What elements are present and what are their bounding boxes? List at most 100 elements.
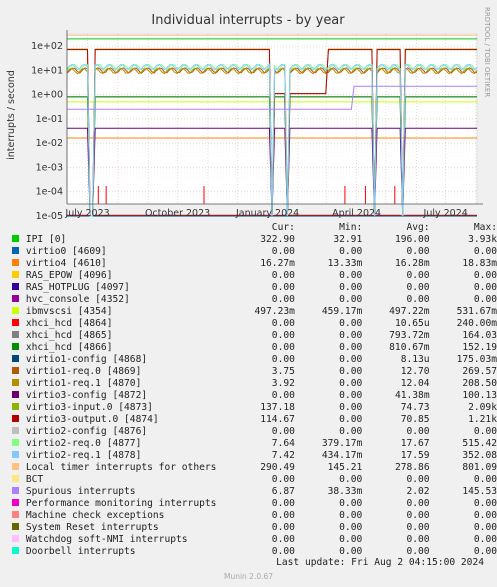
legend-max-value: 175.03m: [456, 354, 497, 365]
legend-avg-value: 793.72m: [389, 330, 430, 341]
y-tick-label: 1e+01: [31, 65, 63, 76]
legend-series-name: System Reset interrupts: [25, 522, 159, 533]
last-update: Last update: Fri Aug 2 04:15:00 2024: [276, 557, 484, 568]
legend-header-row: Cur: Min: Avg: Max:: [12, 222, 497, 234]
legend-row: virtio0 [4609] 0.00 0.00 0.00 0.00: [12, 246, 497, 258]
legend-series-name: virtio1-config [4868]: [25, 354, 148, 365]
legend-avg-value: 0.00: [406, 282, 430, 293]
legend-max-value: 208.50: [462, 378, 497, 389]
legend-row: xhci_hcd [4866] 0.00 0.00 810.67m 152.19: [12, 342, 497, 354]
legend-row: virtio2-req.0 [4877] 7.64 379.17m 17.67 515.…: [12, 438, 497, 450]
legend-cur-value: 0.00: [271, 246, 295, 257]
legend-min-value: 0.00: [339, 342, 363, 353]
legend-row: Watchdog soft-NMI interrupts 0.00 0.00 0.00…: [12, 534, 497, 546]
legend-series-name: xhci_hcd [4865]: [25, 330, 113, 341]
legend-min-value: 0.00: [339, 474, 363, 485]
legend-cur-value: 0.00: [271, 534, 295, 545]
legend-row: virtio2-req.1 [4878] 7.42 434.17m 17.59 352.…: [12, 450, 497, 462]
legend-avg-value: 74.73: [400, 402, 430, 413]
legend-avg-value: 12.70: [400, 366, 430, 377]
legend-row: xhci_hcd [4864] 0.00 0.00 10.65u 240.00m: [12, 318, 497, 330]
side-label: RRDTOOL / TOBI OETIKER: [483, 7, 491, 97]
legend-avg-value: 0.00: [406, 474, 430, 485]
legend-series-name: hvc_console [4352]: [25, 294, 130, 305]
legend-cur-value: 0.00: [271, 510, 295, 521]
legend-max-value: 0.00: [473, 534, 497, 545]
legend-avg-value: 10.65u: [394, 318, 430, 329]
legend-series-name: RAS_HOTPLUG [4097]: [25, 282, 130, 293]
col-max-header: Max:: [473, 222, 497, 233]
y-tick-label: 1e-05: [36, 211, 63, 222]
legend-series-name: virtio4 [4610]: [25, 258, 107, 269]
legend-avg-value: 0.00: [406, 522, 430, 533]
legend-min-value: 0.00: [339, 414, 363, 425]
legend: Cur: Min: Avg: Max: IPI [0] 322.90 32.91 19…: [12, 222, 497, 558]
legend-row: Performance monitoring interrupts 0.00 0.0…: [12, 498, 497, 510]
y-axis-label: interrupts / second: [6, 70, 17, 160]
legend-max-value: 0.00: [473, 510, 497, 521]
legend-row: Machine check exceptions 0.00 0.00 0.00 0.00: [12, 510, 497, 522]
legend-cur-value: 0.00: [271, 498, 295, 509]
legend-row: virtio4 [4610] 16.27m 13.33m 16.28m 18.83m: [12, 258, 497, 270]
legend-series-name: xhci_hcd [4864]: [25, 318, 113, 329]
legend-swatch: [12, 439, 19, 446]
legend-series-name: Machine check exceptions: [25, 510, 165, 521]
legend-cur-value: 137.18: [260, 402, 295, 413]
col-cur-header: Cur:: [271, 222, 295, 233]
legend-swatch: [12, 235, 19, 242]
legend-row: System Reset interrupts 0.00 0.00 0.00 0.00: [12, 522, 497, 534]
legend-series-name: Performance monitoring interrupts: [25, 498, 217, 509]
legend-min-value: 145.21: [327, 462, 363, 473]
legend-swatch: [12, 451, 19, 458]
legend-swatch: [12, 379, 19, 386]
legend-swatch: [12, 319, 19, 326]
legend-swatch: [12, 511, 19, 518]
legend-min-value: 0.00: [339, 498, 363, 509]
legend-series-name: virtio1-req.0 [4869]: [25, 366, 142, 377]
legend-swatch: [12, 499, 19, 506]
legend-swatch: [12, 247, 19, 254]
legend-avg-value: 12.04: [400, 378, 430, 389]
legend-cur-value: 3.75: [271, 366, 295, 377]
legend-series-name: BCT: [25, 474, 44, 485]
legend-max-value: 3.93k: [468, 234, 497, 245]
legend-min-value: 0.00: [339, 510, 363, 521]
legend-cur-value: 0.00: [271, 294, 295, 305]
legend-min-value: 0.00: [339, 354, 363, 365]
legend-swatch: [12, 523, 19, 530]
legend-min-value: 459.17m: [321, 306, 363, 317]
legend-swatch: [12, 391, 19, 398]
x-tick-label: October 2023: [145, 208, 210, 219]
legend-row: ibmvscsi [4354] 497.23m 459.17m 497.22m 531.…: [12, 306, 497, 318]
y-tick-label: 1e+00: [31, 90, 63, 101]
legend-cur-value: 0.00: [271, 282, 295, 293]
legend-series-name: Local timer interrupts for others: [25, 462, 217, 473]
legend-swatch: [12, 259, 19, 266]
x-tick-label: July 2024: [423, 208, 468, 219]
legend-row: virtio3-output.0 [4874] 114.67 0.00 70.85 1.…: [12, 414, 497, 426]
legend-series-name: Spurious interrupts: [25, 486, 136, 497]
legend-min-value: 0.00: [339, 246, 363, 257]
legend-max-value: 515.42: [462, 438, 497, 449]
legend-row: virtio1-config [4868] 0.00 0.00 8.13u 175.03…: [12, 354, 497, 366]
legend-series-name: Watchdog soft-NMI interrupts: [25, 534, 188, 545]
legend-swatch: [12, 331, 19, 338]
legend-avg-value: 70.85: [400, 414, 430, 425]
legend-max-value: 2.09k: [468, 402, 497, 413]
legend-avg-value: 17.59: [400, 450, 430, 461]
legend-series-name: virtio0 [4609]: [25, 246, 107, 257]
legend-max-value: 145.53: [462, 486, 497, 497]
legend-min-value: 0.00: [339, 426, 363, 437]
legend-swatch: [12, 367, 19, 374]
legend-series-name: virtio1-req.1 [4870]: [25, 378, 142, 389]
legend-min-value: 0.00: [339, 402, 363, 413]
legend-min-value: 0.00: [339, 390, 363, 401]
legend-swatch: [12, 547, 19, 554]
legend-avg-value: 0.00: [406, 534, 430, 545]
legend-cur-value: 497.23m: [254, 306, 295, 317]
y-tick-label: 1e-01: [36, 114, 63, 125]
legend-cur-value: 0.00: [271, 318, 295, 329]
legend-cur-value: 0.00: [271, 354, 295, 365]
legend-min-value: 379.17m: [321, 438, 363, 449]
legend-min-value: 0.00: [339, 318, 363, 329]
